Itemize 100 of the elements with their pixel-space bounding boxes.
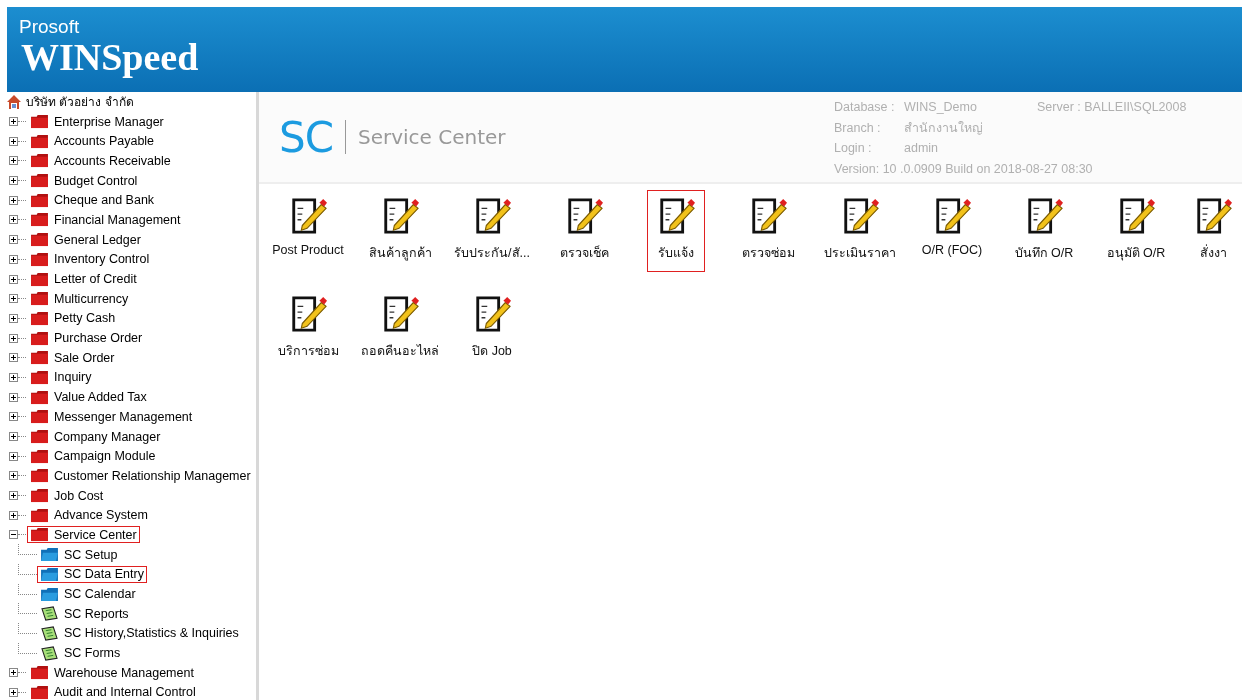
program-item[interactable]: ปิด Job [463,288,521,370]
tree-expander[interactable] [9,254,18,264]
folder-icon [30,133,49,149]
tree-item[interactable]: Cheque and Bank [27,191,158,209]
folder-icon [30,468,49,484]
tree-expander[interactable] [9,235,18,245]
program-item[interactable]: บริการซ่อม [274,288,342,370]
tree-item[interactable]: SC Reports [37,605,132,623]
tree-item[interactable]: Job Cost [27,487,107,505]
tree-item[interactable]: Multicurrency [27,290,132,308]
program-item[interactable]: สินค้าลูกค้า [365,190,435,272]
tree-root-label[interactable]: บริษัท ตัวอย่าง จำกัด [26,92,134,112]
tree-expander[interactable] [9,294,18,304]
document-pencil-icon [1025,197,1063,235]
module-title: Service Center [358,125,506,149]
tree-expander[interactable] [9,510,18,520]
tree-expander[interactable] [9,491,18,501]
tree-item[interactable]: Messenger Management [27,408,196,426]
info-label: Login : [834,141,873,156]
document-pencil-icon [1194,197,1232,235]
program-item[interactable]: รับประกัน/สั... [451,190,533,272]
folder-icon [30,153,49,169]
tree-item[interactable]: Warehouse Management [27,664,197,682]
tree-expander[interactable] [9,432,18,442]
program-item[interactable]: ประเมินราคา [821,190,899,272]
folder-icon [30,310,49,326]
info-value: Version: 10 .0.0909 Build on 2018-08-27 08:30 [834,161,1093,176]
folder-icon [30,192,49,208]
tree-item[interactable]: Petty Cash [27,309,119,327]
tree-item[interactable]: Accounts Receivable [27,152,174,170]
tree-item[interactable]: Inquiry [27,368,95,386]
tree-item[interactable]: Company Manager [27,428,164,446]
program-item[interactable]: ตรวจซ่อม [738,190,798,272]
report-icon [40,606,59,622]
tree-item[interactable]: Financial Management [27,211,184,229]
program-item[interactable]: O/R (FOC) [918,190,986,272]
tree-item[interactable]: General Ledger [27,231,144,249]
document-pencil-icon [473,197,511,235]
info-value: Server : BALLEII\SQL2008 [1037,100,1187,115]
folder-icon [30,448,49,464]
tree-expander[interactable] [9,392,18,402]
folder-icon [30,369,49,385]
document-pencil-icon [933,197,971,235]
program-item[interactable]: ตรวจเช็ค [555,190,613,272]
tree-item[interactable]: SC Setup [37,546,121,564]
tree-item[interactable]: Sale Order [27,349,118,367]
program-item[interactable]: ถอดคืนอะไหล่ [358,288,442,370]
tree-expander[interactable] [9,353,18,363]
program-item[interactable]: อนุมัติ O/R [1103,190,1169,272]
program-item[interactable]: สั่งงา [1184,190,1242,272]
tree-item[interactable]: SC Calendar [37,585,139,603]
program-item[interactable]: Post Product [269,190,347,272]
tree-expander[interactable] [9,176,18,186]
tree-item[interactable]: Letter of Credit [27,270,140,288]
document-pencil-icon [841,197,879,235]
brand-title: WINSpeed [21,37,200,77]
folder-icon [30,665,49,681]
tree-item[interactable]: Value Added Tax [27,388,150,406]
folder-icon [30,173,49,189]
tree-item[interactable]: Accounts Payable [27,132,158,150]
info-value: WINS_Demo [904,100,978,115]
tree-expander[interactable] [9,333,18,343]
highlighted-tree-item[interactable]: SC Data Entry [37,565,147,583]
tree-item[interactable]: SC History,Statistics & Inquiries [37,624,242,642]
tree-expander[interactable] [9,687,18,697]
program-item[interactable]: บันทึก O/R [1011,190,1077,272]
highlighted-tree-item[interactable]: Service Center [27,526,140,544]
folder-icon [30,527,49,543]
report-icon [40,625,59,641]
tree-item[interactable]: Enterprise Manager [27,113,167,131]
folder-icon [30,330,49,346]
tree-expander[interactable] [9,668,18,678]
document-pencil-icon [657,197,695,235]
tree-item[interactable]: Audit and Internal Control [27,683,199,700]
tree-item[interactable]: Customer Relationship Managemer [27,467,254,485]
tree-expander[interactable] [9,136,18,146]
tree-expander[interactable] [9,471,18,481]
folder-icon [30,350,49,366]
tree-item[interactable]: Inventory Control [27,250,153,268]
tree-expander[interactable] [9,117,18,127]
tree-expander[interactable] [9,313,18,323]
tree-expander[interactable] [9,215,18,225]
tree-item[interactable]: SC Forms [37,644,124,662]
tree-item[interactable]: Purchase Order [27,329,146,347]
tree-item[interactable]: Campaign Module [27,447,159,465]
tree-item[interactable]: Advance System [27,506,151,524]
folder-icon [30,251,49,267]
tree-expander[interactable] [9,530,18,540]
tree-expander[interactable] [9,156,18,166]
tree-item[interactable]: Budget Control [27,172,141,190]
module-code: SC [279,112,333,162]
tree-expander[interactable] [9,274,18,284]
folder-icon [30,429,49,445]
tree-expander[interactable] [9,372,18,382]
folder-icon [30,409,49,425]
tree-expander[interactable] [9,451,18,461]
highlighted-program-item[interactable]: รับแจ้ง [647,190,705,272]
document-pencil-icon [749,197,787,235]
tree-expander[interactable] [9,412,18,422]
tree-expander[interactable] [9,195,18,205]
